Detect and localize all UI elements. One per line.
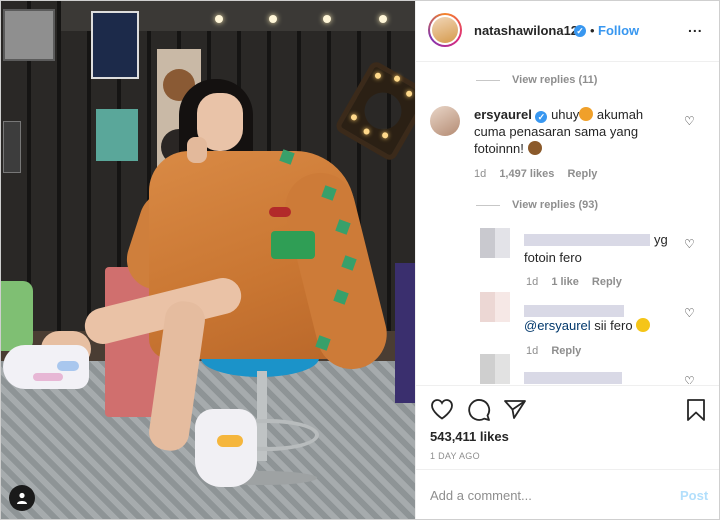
blurred-avatar [480, 292, 510, 322]
comment-age: 1d [526, 276, 539, 288]
smile-emoji-icon [636, 318, 651, 332]
author-username[interactable]: natashawilona12 [474, 23, 578, 38]
ceiling-light [379, 15, 387, 23]
tagged-user-icon[interactable] [9, 485, 35, 511]
wall-sign [96, 109, 138, 161]
comment-age: 1d [526, 345, 539, 357]
commenter-avatar[interactable] [430, 106, 460, 136]
post-timestamp: 1 DAY AGO [430, 451, 480, 461]
heart-eyes-emoji-icon [579, 107, 594, 121]
comment-text: cuma penasaran sama yang [474, 124, 639, 139]
sneaker [195, 409, 257, 487]
blurred-username [524, 305, 624, 317]
reply-body: @ersyaurel sii fero [524, 317, 651, 334]
like-comment-heart-icon[interactable]: ♡ [684, 374, 695, 384]
comment-body: ersyaurel ✓ uhuy akumah cuma penasaran s… [474, 106, 674, 157]
view-replies-label: View replies (11) [512, 74, 598, 86]
verified-icon: ✓ [574, 25, 586, 37]
comments-list[interactable]: View replies (11) ersyaurel ✓ uhuy akuma… [416, 62, 719, 384]
comment-meta: 1d 1,497 likes Reply [474, 168, 597, 180]
verified-icon: ✓ [535, 111, 548, 123]
wall-art [91, 11, 139, 79]
blurred-username [524, 234, 650, 246]
post-header: natashawilona12 ✓ • Follow ... [416, 1, 719, 62]
ceiling-light [215, 15, 223, 23]
view-replies-button[interactable]: View replies (93) [476, 199, 598, 211]
blurred-avatar [480, 354, 510, 384]
blurred-username [524, 372, 622, 384]
like-count[interactable]: 543,411 likes [430, 429, 509, 444]
instagram-post-window: natashawilona12 ✓ • Follow ... View repl… [0, 0, 720, 520]
post-photo[interactable] [1, 1, 415, 519]
comment-age: 1d [474, 168, 487, 180]
share-paper-plane-icon[interactable] [503, 398, 527, 425]
comment-likes[interactable]: 1,497 likes [499, 168, 554, 180]
comment-meta: 1d Reply [526, 345, 581, 357]
ceiling-light [269, 15, 277, 23]
comment-text: akumah [596, 107, 644, 122]
post-actions: 543,411 likes 1 DAY AGO [416, 385, 719, 462]
view-replies-label: View replies (93) [512, 199, 599, 211]
reply-text: yg [654, 232, 668, 247]
view-replies-button[interactable]: View replies (11) [476, 74, 597, 86]
blurred-avatar [480, 228, 510, 258]
comment-meta: 1d 1 like Reply [526, 276, 622, 288]
add-comment-bar: Add a comment... Post [416, 469, 719, 519]
reply-button[interactable]: Reply [567, 168, 597, 180]
comment-text: fotoinnn! [474, 141, 524, 156]
comment-text: uhuy [551, 107, 580, 122]
ceiling-light [323, 15, 331, 23]
like-comment-heart-icon[interactable]: ♡ [684, 306, 695, 320]
reply-text: fotoin fero [524, 250, 582, 265]
purple-chair [395, 263, 415, 403]
save-bookmark-icon[interactable] [686, 398, 706, 427]
wall-art [3, 121, 21, 173]
mention-link[interactable]: @ersyaurel [524, 318, 591, 333]
author-avatar[interactable] [428, 13, 462, 47]
comment-bubble-icon[interactable] [467, 398, 491, 427]
wall-art [3, 9, 55, 61]
reply-text: sii fero [594, 318, 633, 333]
comment-username[interactable]: ersyaurel [474, 107, 532, 122]
like-comment-heart-icon[interactable]: ♡ [684, 237, 695, 251]
reply-button[interactable]: Reply [551, 345, 581, 357]
like-heart-icon[interactable] [430, 398, 454, 425]
comment-input[interactable]: Add a comment... [430, 488, 532, 503]
post-comment-button[interactable]: Post [680, 488, 708, 503]
separator-dot: • [590, 23, 595, 38]
reply-button[interactable]: Reply [592, 276, 622, 288]
green-patch [271, 231, 315, 259]
sneaker [3, 345, 89, 389]
follow-button[interactable]: Follow [598, 23, 639, 38]
lips-patch [269, 207, 291, 217]
post-sidebar: natashawilona12 ✓ • Follow ... View repl… [415, 1, 719, 519]
more-options-icon[interactable]: ... [688, 19, 703, 35]
monkey-emoji-icon [527, 141, 542, 155]
person-hand [187, 137, 207, 163]
comment-likes[interactable]: 1 like [551, 276, 579, 288]
like-comment-heart-icon[interactable]: ♡ [684, 114, 695, 128]
green-chair [1, 281, 33, 351]
